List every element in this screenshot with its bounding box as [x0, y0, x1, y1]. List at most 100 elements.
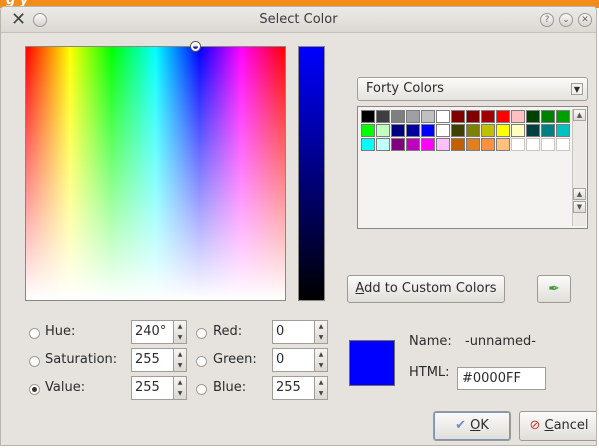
color-swatch[interactable]: [451, 138, 465, 151]
color-swatch[interactable]: [496, 138, 510, 151]
saturation-stepper-icon[interactable]: ▲ ▼: [173, 349, 186, 371]
color-swatch[interactable]: [466, 138, 480, 151]
palette-swatches: ▲ ▲ ▼: [357, 106, 588, 229]
color-cursor[interactable]: [191, 42, 200, 51]
scroll-up-icon[interactable]: ▲: [573, 109, 586, 121]
hue-spinbox[interactable]: 240° ▲ ▼: [131, 320, 187, 344]
color-swatch[interactable]: [556, 124, 570, 137]
select-color-dialog: ✕ Select Color ? ⌄ ✕ Forty Colors ▼ ▲ ▲ …: [0, 6, 597, 446]
color-swatch[interactable]: [451, 110, 465, 123]
color-swatch[interactable]: [526, 124, 540, 137]
color-swatch[interactable]: [511, 110, 525, 123]
color-swatch[interactable]: [376, 138, 390, 151]
color-swatch[interactable]: [406, 110, 420, 123]
hue-radio[interactable]: [29, 328, 40, 339]
color-swatch[interactable]: [481, 110, 495, 123]
add-to-custom-colors-button[interactable]: Add to Custom Colors: [347, 275, 505, 303]
color-swatch[interactable]: [496, 110, 510, 123]
color-swatch[interactable]: [421, 110, 435, 123]
color-swatch[interactable]: [436, 124, 450, 137]
ok-button[interactable]: ✔ OK: [433, 411, 511, 441]
saturation-spinbox[interactable]: 255 ▲ ▼: [131, 348, 187, 372]
color-swatch[interactable]: [361, 124, 375, 137]
color-swatch[interactable]: [406, 124, 420, 137]
cancel-button[interactable]: ⊘ Cancel: [519, 411, 596, 441]
color-swatch[interactable]: [481, 124, 495, 137]
current-color-preview: [349, 340, 395, 386]
ok-label: K: [480, 418, 489, 433]
color-swatch[interactable]: [466, 110, 480, 123]
palette-select-value: Forty Colors: [366, 81, 444, 96]
color-swatch[interactable]: [391, 138, 405, 151]
value-label: Value:: [45, 380, 86, 395]
green-spinbox[interactable]: 0 ▲ ▼: [272, 348, 328, 372]
value-slider[interactable]: [298, 46, 325, 301]
saturation-radio[interactable]: [29, 356, 40, 367]
html-color-input[interactable]: #0000FF: [457, 367, 546, 390]
color-swatch[interactable]: [481, 138, 495, 151]
scroll-down-icon[interactable]: ▼: [573, 201, 586, 213]
color-swatch[interactable]: [421, 138, 435, 151]
red-label: Red:: [213, 324, 243, 339]
color-swatch[interactable]: [406, 138, 420, 151]
ok-mnemonic: O: [470, 418, 481, 433]
color-swatch[interactable]: [541, 110, 555, 123]
value-spinbox[interactable]: 255 ▲ ▼: [131, 376, 187, 400]
blue-stepper-icon[interactable]: ▲ ▼: [314, 377, 327, 399]
html-color-value: #0000FF: [462, 371, 521, 386]
add-custom-mnemonic: A: [355, 281, 365, 296]
color-swatch[interactable]: [436, 138, 450, 151]
hue-stepper-icon[interactable]: ▲ ▼: [173, 321, 186, 343]
green-stepper-icon[interactable]: ▲ ▼: [314, 349, 327, 371]
cancel-mnemonic: C: [544, 418, 554, 433]
value-radio[interactable]: [29, 384, 40, 395]
eyedropper-icon: ✒: [548, 281, 560, 297]
color-swatch[interactable]: [541, 124, 555, 137]
color-swatch[interactable]: [526, 110, 540, 123]
cancel-icon: ⊘: [529, 418, 541, 433]
saturation-label: Saturation:: [45, 352, 118, 367]
chevron-down-icon: ▼: [571, 83, 583, 95]
empty-swatch[interactable]: [541, 138, 555, 151]
red-stepper-icon[interactable]: ▲ ▼: [314, 321, 327, 343]
blue-label: Blue:: [213, 380, 247, 395]
empty-swatch[interactable]: [526, 138, 540, 151]
blue-spinbox[interactable]: 255 ▲ ▼: [272, 376, 328, 400]
color-swatch[interactable]: [451, 124, 465, 137]
color-swatch[interactable]: [466, 124, 480, 137]
green-label: Green:: [213, 352, 257, 367]
help-icon[interactable]: ?: [540, 13, 554, 27]
check-icon: ✔: [455, 418, 466, 433]
color-swatch[interactable]: [376, 124, 390, 137]
window-title: Select Color: [259, 12, 338, 27]
hue-label: Hue:: [45, 324, 76, 339]
minimize-icon[interactable]: ⌄: [559, 13, 573, 27]
color-swatch[interactable]: [421, 124, 435, 137]
eyedropper-button[interactable]: ✒: [537, 275, 571, 303]
color-swatch[interactable]: [511, 124, 525, 137]
color-swatch[interactable]: [556, 110, 570, 123]
color-swatch[interactable]: [361, 110, 375, 123]
value-value: 255: [135, 380, 160, 395]
red-radio[interactable]: [196, 328, 207, 339]
palette-select[interactable]: Forty Colors ▼: [357, 77, 588, 101]
add-custom-label: dd to Custom Colors: [364, 281, 497, 296]
color-swatch[interactable]: [391, 124, 405, 137]
color-swatch[interactable]: [376, 110, 390, 123]
empty-swatch[interactable]: [511, 138, 525, 151]
scroll-up-icon[interactable]: ▲: [573, 188, 586, 200]
color-swatch[interactable]: [361, 138, 375, 151]
color-swatch[interactable]: [391, 110, 405, 123]
color-name-label: Name:: [409, 334, 452, 349]
value-stepper-icon[interactable]: ▲ ▼: [173, 377, 186, 399]
saturation-value: 255: [135, 352, 160, 367]
palette-scrollbar[interactable]: ▲ ▲ ▼: [572, 109, 586, 226]
color-swatch[interactable]: [436, 110, 450, 123]
blue-radio[interactable]: [196, 384, 207, 395]
color-swatch[interactable]: [496, 124, 510, 137]
close-icon[interactable]: ✕: [578, 13, 592, 27]
hue-saturation-field[interactable]: [25, 42, 286, 301]
red-spinbox[interactable]: 0 ▲ ▼: [272, 320, 328, 344]
empty-swatch[interactable]: [556, 138, 570, 151]
green-radio[interactable]: [196, 356, 207, 367]
